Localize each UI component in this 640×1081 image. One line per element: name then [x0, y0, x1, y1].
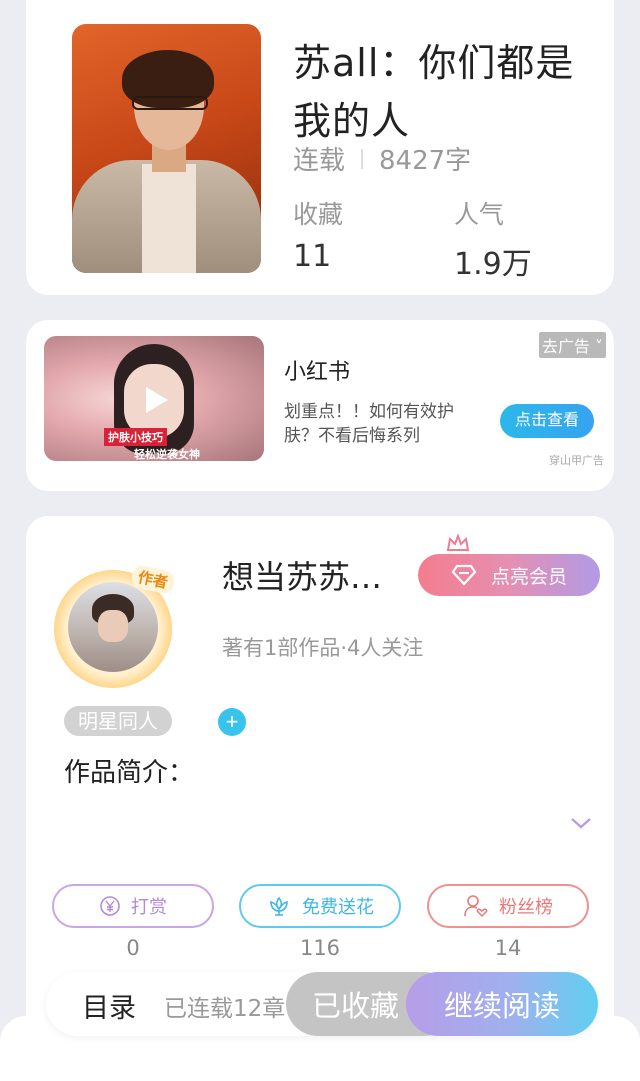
stat-label: 收藏 [293, 200, 344, 229]
book-word-count: 8427字 [379, 146, 472, 176]
cover-figure-glasses [132, 96, 208, 110]
avatar-image [68, 582, 158, 672]
flower-icon [270, 896, 288, 916]
chapter-progress[interactable]: 已连载12章 [164, 989, 294, 1023]
continue-reading-button[interactable]: 继续阅读 [406, 972, 598, 1036]
reward-button[interactable]: 打赏 [52, 884, 214, 928]
avatar-figure-face [98, 610, 128, 642]
play-icon[interactable] [140, 384, 172, 416]
remove-ad-label: 去广告 [541, 337, 590, 356]
ad-title: 小红书 [284, 360, 351, 385]
chevron-down-icon[interactable] [570, 816, 592, 830]
stat-favorites: 收藏 11 [293, 195, 343, 274]
ad-description: 划重点！！如何有效护肤？不看后悔系列 [284, 402, 454, 446]
stat-popularity: 人气 1.9万 [454, 195, 532, 283]
table-of-contents-button[interactable]: 目录 [82, 986, 136, 1025]
user-heart-icon [464, 895, 488, 918]
add-tag-button[interactable]: + [218, 708, 246, 736]
book-title: 苏all：你们都是我的人 [293, 41, 575, 143]
stat-label: 人气 [454, 200, 505, 229]
vip-label: 点亮会员 [490, 566, 567, 588]
book-info-card: 苏all：你们都是我的人 连载 8427字 收藏 11 人气 1.9万 [26, 0, 614, 295]
thumb-caption-2: 轻松逆袭女神 [134, 448, 200, 461]
reward-label: 打赏 [131, 897, 167, 917]
crown-icon [446, 534, 470, 551]
stat-value: 11 [293, 239, 332, 274]
remove-ad-button[interactable]: 去广告 ˅ [538, 332, 606, 358]
author-name[interactable]: 想当苏苏… [222, 552, 412, 598]
chevron-down-icon: ˅ [589, 337, 603, 356]
ad-card[interactable]: 护肤小技巧 轻松逆袭女神 小红书 划重点！！如何有效护肤？不看后悔系列 去广告 … [26, 320, 614, 491]
plus-icon: + [225, 709, 239, 734]
flower-count: 116 [299, 936, 341, 960]
reward-count: 0 [126, 936, 140, 960]
send-flower-button[interactable]: 免费送花 [239, 884, 401, 928]
send-flower-label: 免费送花 [302, 897, 374, 917]
book-status: 连载 [293, 146, 346, 176]
vip-membership-button[interactable]: 点亮会员 [418, 554, 600, 596]
bottom-action-bar: 目录 已连载12章 已收藏 继续阅读 [46, 972, 598, 1036]
divider [361, 148, 364, 169]
author-card: 作者 想当苏苏… 点亮会员 著有1部作品·4人关注 明星同人 + 作品简介： 打… [26, 516, 614, 1036]
stat-value: 1.9万 [454, 247, 532, 282]
cover-figure-shirt [142, 164, 196, 273]
author-avatar[interactable]: 作者 [48, 563, 180, 688]
fan-ranking-button[interactable]: 粉丝榜 [427, 884, 589, 928]
intro-label: 作品简介： [64, 758, 195, 788]
ad-source-label: 穿山甲广告 [549, 454, 604, 467]
ad-cta-button[interactable]: 点击查看 [500, 404, 594, 438]
book-status-row: 连载 8427字 [293, 140, 471, 177]
category-tag[interactable]: 明星同人 [64, 706, 172, 736]
ad-video-thumbnail[interactable]: 护肤小技巧 轻松逆袭女神 [44, 336, 264, 461]
yen-icon [100, 896, 120, 916]
book-cover-image[interactable] [72, 24, 261, 273]
diamond-icon [451, 564, 477, 586]
fan-ranking-label: 粉丝榜 [499, 897, 553, 917]
thumb-caption-1: 护肤小技巧 [104, 428, 167, 446]
fans-count: 14 [494, 936, 522, 960]
author-meta: 著有1部作品·4人关注 [222, 636, 424, 660]
